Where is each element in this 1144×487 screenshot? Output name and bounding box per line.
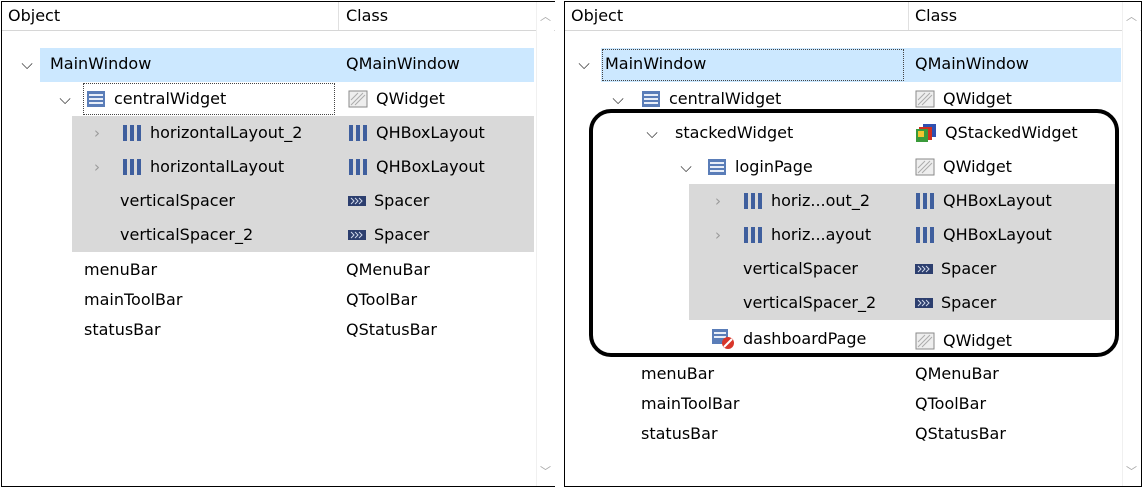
hbox-layout-icon xyxy=(348,158,368,176)
expand-arrow[interactable]: ⌵ xyxy=(20,47,34,81)
tree-item-name[interactable]: horiz...out_2 xyxy=(743,184,870,218)
tree-item-name[interactable]: horiz...ayout xyxy=(743,218,871,252)
tree-item-class: QToolBar xyxy=(346,290,418,309)
tree-header: Object Class xyxy=(565,2,1141,31)
tree-item-class: Spacer xyxy=(915,286,996,320)
tree-item-name[interactable]: MainWindow xyxy=(50,47,151,81)
scroll-down-icon[interactable]: ﹀ xyxy=(1123,463,1140,480)
qwidget-icon xyxy=(915,158,935,176)
qwidget-icon xyxy=(348,90,368,108)
tree-item-name[interactable]: statusBar xyxy=(641,420,718,448)
page-disabled-icon xyxy=(711,328,735,350)
spacer-icon xyxy=(915,296,933,310)
spacer-icon xyxy=(348,194,366,208)
tree-item-class: QMenuBar xyxy=(346,260,430,279)
tree-item-name[interactable]: verticalSpacer xyxy=(743,252,858,286)
tree-item-class: QHBoxLayout xyxy=(915,184,1052,218)
object-inspector-left: Object Class ⌵ MainWindow QMainWindow ⌵ … xyxy=(1,1,556,487)
expand-arrow[interactable]: ⌵ xyxy=(645,116,659,150)
tree-item-class: QWidget xyxy=(915,150,1012,184)
vertical-scrollbar[interactable]: ︿ ﹀ xyxy=(1122,2,1140,486)
tree-item-name[interactable]: menuBar xyxy=(84,256,157,284)
tree-item-class: QStackedWidget xyxy=(915,116,1078,150)
spacer-icon xyxy=(915,262,933,276)
tree-item-class: QMainWindow xyxy=(346,54,460,73)
qwidget-icon xyxy=(915,332,935,350)
tree-item-class: QHBoxLayout xyxy=(348,150,485,184)
hbox-layout-icon xyxy=(122,124,142,142)
hbox-layout-icon xyxy=(743,192,763,210)
tree-item-name[interactable]: verticalSpacer xyxy=(120,184,235,218)
tree-item-name[interactable]: statusBar xyxy=(84,316,161,344)
tree-item-class: QMenuBar xyxy=(915,364,999,383)
tree-item-class: QStatusBar xyxy=(915,424,1006,443)
expand-arrow[interactable]: ⌵ xyxy=(679,150,693,184)
header-object[interactable]: Object xyxy=(571,2,623,30)
hbox-layout-icon xyxy=(915,192,935,210)
scroll-up-icon[interactable]: ︿ xyxy=(1123,8,1140,25)
scroll-up-icon[interactable]: ︿ xyxy=(537,8,554,25)
header-separator[interactable] xyxy=(338,2,339,30)
tree-item-class: QMainWindow xyxy=(915,54,1029,73)
expand-arrow[interactable]: › xyxy=(90,150,104,184)
tree-item-class: QHBoxLayout xyxy=(915,218,1052,252)
stacked-widget-icon xyxy=(915,123,937,143)
tree-item-name[interactable]: centralWidget xyxy=(86,82,226,116)
tree-item-name[interactable]: menuBar xyxy=(641,360,714,388)
tree-item-name[interactable]: mainToolBar xyxy=(641,390,739,418)
expand-arrow[interactable]: ⌵ xyxy=(58,82,72,116)
tree-item-name[interactable]: loginPage xyxy=(707,150,813,184)
tree-item-name[interactable]: verticalSpacer_2 xyxy=(120,218,253,252)
tree-item-class: QWidget xyxy=(348,82,445,116)
header-object[interactable]: Object xyxy=(8,2,60,30)
hbox-layout-icon xyxy=(348,124,368,142)
spacer-icon xyxy=(348,228,366,242)
qwidget-icon xyxy=(915,90,935,108)
screenshot: Object Class ⌵ MainWindow QMainWindow ⌵ … xyxy=(0,0,1144,487)
tree-item-class: QHBoxLayout xyxy=(348,116,485,150)
header-class[interactable]: Class xyxy=(346,2,388,30)
expand-arrow[interactable]: ⌵ xyxy=(611,82,625,116)
vertical-scrollbar[interactable]: ︿ ﹀ xyxy=(536,2,554,486)
object-inspector-right: Object Class ⌵ MainWindow QMainWindow ⌵ … xyxy=(564,1,1142,487)
scroll-down-icon[interactable]: ﹀ xyxy=(537,463,554,480)
hbox-layout-icon xyxy=(915,226,935,244)
tree-item-name[interactable]: centralWidget xyxy=(641,82,781,116)
tree-item-name[interactable]: horizontalLayout xyxy=(122,150,284,184)
tree-header: Object Class xyxy=(2,2,555,31)
tree-item-class: QStatusBar xyxy=(346,320,437,339)
tree-item-name[interactable]: mainToolBar xyxy=(84,286,182,314)
tree-item-class: QToolBar xyxy=(915,394,987,413)
tree-item-class: Spacer xyxy=(915,252,996,286)
widget-container-icon xyxy=(86,90,106,108)
widget-container-icon xyxy=(641,90,661,108)
widget-container-icon xyxy=(707,158,727,176)
header-class[interactable]: Class xyxy=(915,2,957,30)
tree-item-class: Spacer xyxy=(348,218,429,252)
expand-arrow[interactable]: › xyxy=(90,116,104,150)
hbox-layout-icon xyxy=(122,158,142,176)
tree-item-name[interactable]: stackedWidget xyxy=(675,116,793,150)
tree-item-name[interactable]: horizontalLayout_2 xyxy=(122,116,302,150)
header-separator[interactable] xyxy=(908,2,909,30)
expand-arrow[interactable]: › xyxy=(711,218,725,252)
tree-item-class: QWidget xyxy=(915,324,1012,358)
tree-item-class: Spacer xyxy=(348,184,429,218)
expand-arrow[interactable]: ⌵ xyxy=(577,47,591,81)
tree-item-name[interactable]: dashboardPage xyxy=(711,322,866,356)
panel-divider xyxy=(555,0,564,487)
expand-arrow[interactable]: › xyxy=(711,184,725,218)
tree-item-class: QWidget xyxy=(915,82,1012,116)
tree-item-name[interactable]: MainWindow xyxy=(605,47,706,81)
hbox-layout-icon xyxy=(743,226,763,244)
tree-item-name[interactable]: verticalSpacer_2 xyxy=(743,286,876,320)
